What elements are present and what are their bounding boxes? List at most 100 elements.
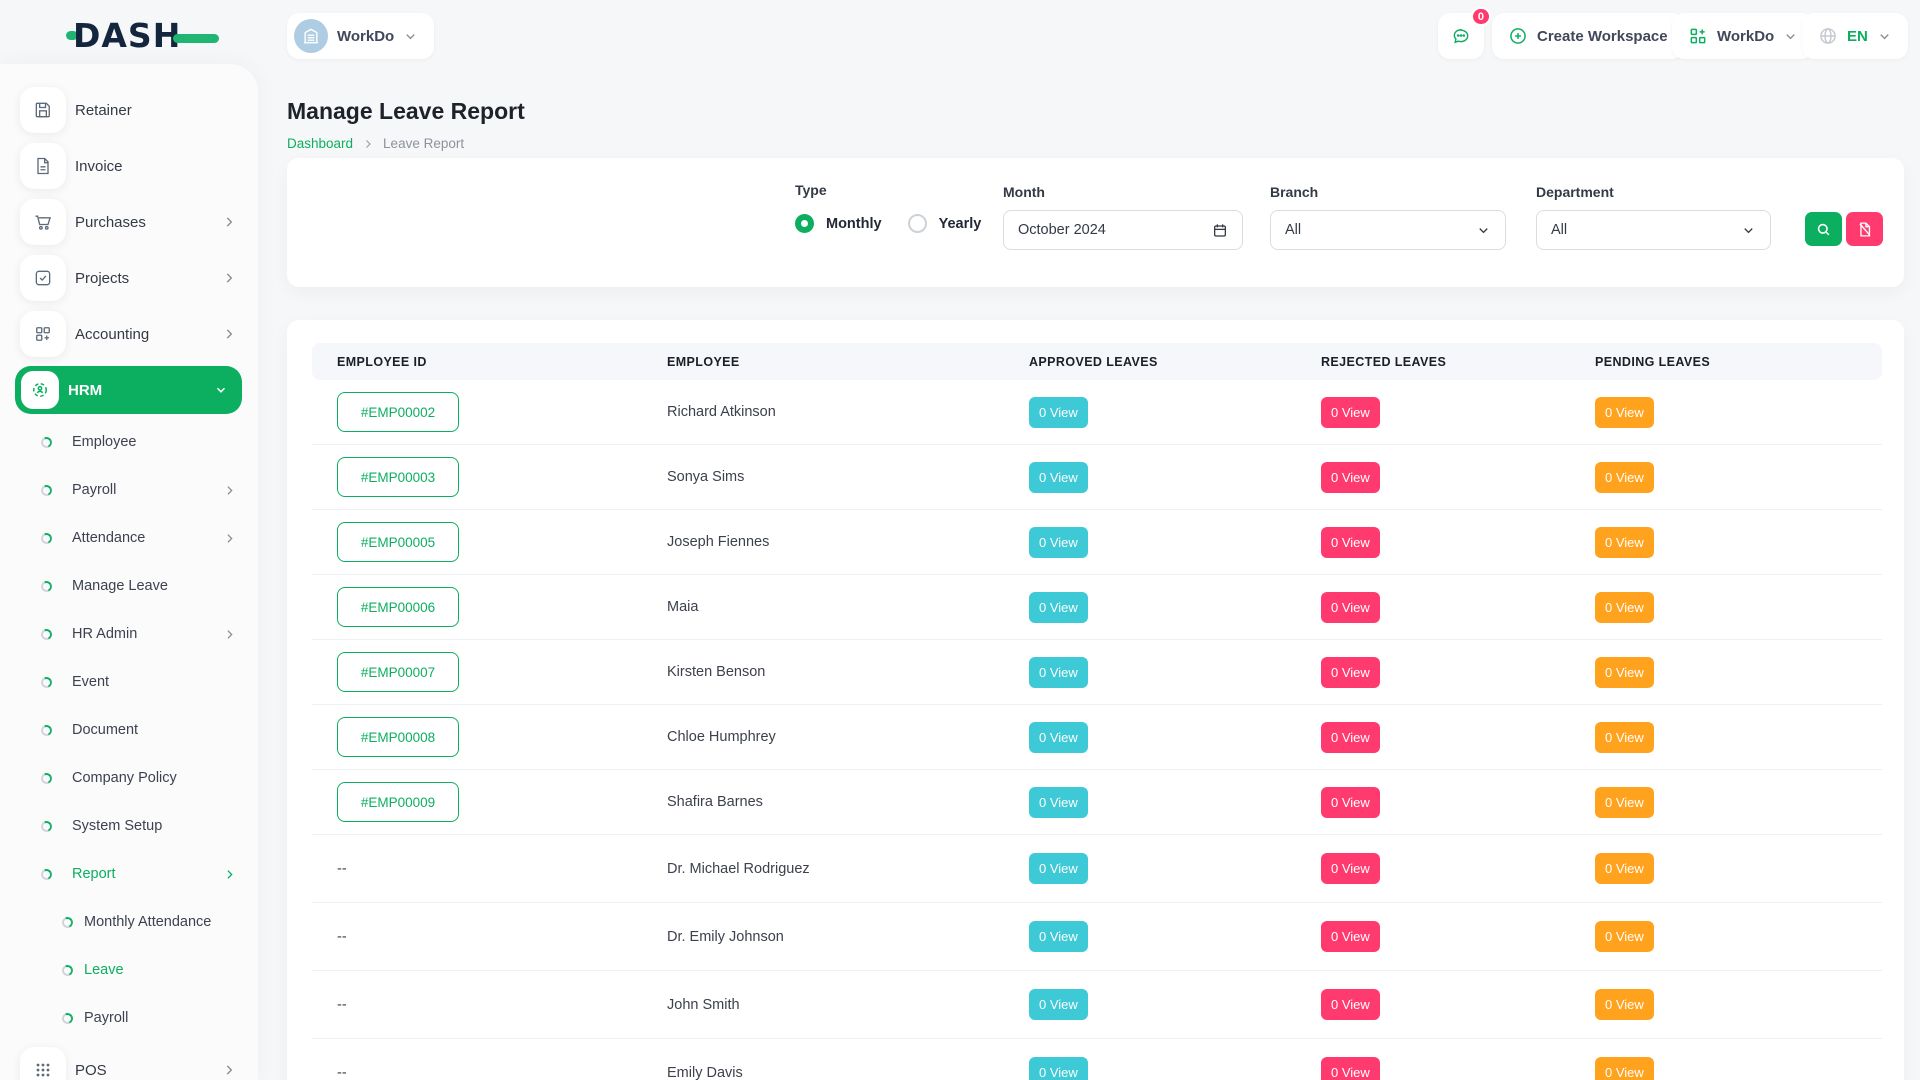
month-input[interactable]: October 2024 [1003,210,1243,250]
sidebar-item-hr-admin[interactable]: HR Admin [0,610,258,658]
employee-name: Maia [667,599,698,615]
sidebar-item-system-setup[interactable]: System Setup [0,802,258,850]
sidebar-label: Report [72,866,116,882]
pending-leaves-view-badge[interactable]: 0 View [1595,657,1654,688]
pending-leaves-view-badge[interactable]: 0 View [1595,787,1654,818]
building-icon [301,26,321,46]
bullet-icon [60,963,74,977]
branch-select[interactable]: All [1270,210,1506,250]
pending-leaves-view-badge[interactable]: 0 View [1595,722,1654,753]
rejected-leaves-view-badge[interactable]: 0 View [1321,397,1380,428]
rejected-leaves-view-badge[interactable]: 0 View [1321,989,1380,1020]
pending-leaves-view-badge[interactable]: 0 View [1595,462,1654,493]
bullet-icon [60,915,74,929]
messages-button[interactable]: 0 [1438,13,1484,59]
table-row: #EMP00009 Shafira Barnes 0 View 0 View 0… [312,770,1882,835]
employee-id-chip[interactable]: #EMP00005 [337,522,459,562]
employee-id-chip[interactable]: #EMP00002 [337,392,459,432]
breadcrumb-dashboard-link[interactable]: Dashboard [287,136,353,151]
rejected-leaves-view-badge[interactable]: 0 View [1321,527,1380,558]
sidebar-item-report[interactable]: Report [0,850,258,898]
chevron-right-icon [222,271,236,285]
sidebar-item-hrm[interactable]: HRM [15,366,242,414]
employee-id-chip[interactable]: #EMP00007 [337,652,459,692]
approved-leaves-view-badge[interactable]: 0 View [1029,722,1088,753]
approved-leaves-view-badge[interactable]: 0 View [1029,462,1088,493]
chevron-right-icon [223,532,236,545]
app-menu-button[interactable]: WorkDo [1672,13,1814,59]
sidebar-item-accounting[interactable]: Accounting [0,306,258,362]
approved-leaves-view-badge[interactable]: 0 View [1029,592,1088,623]
employee-id-chip[interactable]: -- [337,997,347,1013]
sidebar-item-attendance[interactable]: Attendance [0,514,258,562]
employee-id-chip[interactable]: #EMP00009 [337,782,459,822]
department-select[interactable]: All [1536,210,1771,250]
approved-leaves-view-badge[interactable]: 0 View [1029,787,1088,818]
dash-logo[interactable]: DASH [66,16,219,55]
monthly-radio-label[interactable]: Monthly [826,216,882,232]
sidebar-item-employee[interactable]: Employee [0,418,258,466]
create-workspace-button[interactable]: Create Workspace [1492,13,1684,59]
sidebar-item-company-policy[interactable]: Company Policy [0,754,258,802]
approved-leaves-view-badge[interactable]: 0 View [1029,853,1088,884]
approved-leaves-view-badge[interactable]: 0 View [1029,1057,1088,1080]
sidebar-item-purchases[interactable]: Purchases [0,194,258,250]
chevron-down-icon [403,29,418,44]
pending-leaves-view-badge[interactable]: 0 View [1595,1057,1654,1080]
sidebar-item-payroll-report[interactable]: Payroll [0,994,258,1042]
approved-leaves-view-badge[interactable]: 0 View [1029,657,1088,688]
sidebar-item-retainer[interactable]: Retainer [0,82,258,138]
rejected-leaves-view-badge[interactable]: 0 View [1321,787,1380,818]
rejected-leaves-view-badge[interactable]: 0 View [1321,921,1380,952]
search-button[interactable] [1805,212,1842,246]
employee-id-chip[interactable]: #EMP00003 [337,457,459,497]
sidebar-item-pos[interactable]: POS [0,1042,258,1080]
main-content: Manage Leave Report Dashboard Leave Repo… [258,64,1920,1080]
filter-card: Type Monthly Yearly Month October 2024 B… [287,158,1904,287]
sidebar-item-document[interactable]: Document [0,706,258,754]
employee-id-chip[interactable]: -- [337,929,347,945]
pending-leaves-view-badge[interactable]: 0 View [1595,989,1654,1020]
rejected-leaves-view-badge[interactable]: 0 View [1321,592,1380,623]
yearly-radio[interactable] [908,214,927,233]
rejected-leaves-view-badge[interactable]: 0 View [1321,722,1380,753]
pending-leaves-view-badge[interactable]: 0 View [1595,527,1654,558]
employee-name: Emily Davis [667,1065,743,1080]
rejected-leaves-view-badge[interactable]: 0 View [1321,657,1380,688]
sidebar-item-manage-leave[interactable]: Manage Leave [0,562,258,610]
yearly-radio-label[interactable]: Yearly [939,216,982,232]
approved-leaves-view-badge[interactable]: 0 View [1029,397,1088,428]
sidebar-item-payroll[interactable]: Payroll [0,466,258,514]
pending-leaves-view-badge[interactable]: 0 View [1595,592,1654,623]
approved-leaves-view-badge[interactable]: 0 View [1029,921,1088,952]
sidebar-item-monthly-attendance[interactable]: Monthly Attendance [0,898,258,946]
sidebar-label: HR Admin [72,626,137,642]
sidebar-item-invoice[interactable]: Invoice [0,138,258,194]
pending-leaves-view-badge[interactable]: 0 View [1595,921,1654,952]
month-value: October 2024 [1018,222,1106,238]
sidebar-label: Company Policy [72,770,177,786]
employee-name: Joseph Fiennes [667,534,769,550]
language-selector[interactable]: EN [1802,13,1908,59]
employee-id-chip[interactable]: #EMP00008 [337,717,459,757]
employee-id-chip[interactable]: -- [337,861,347,877]
chevron-right-icon [223,868,236,881]
employee-id-chip[interactable]: -- [337,1065,347,1080]
pending-leaves-view-badge[interactable]: 0 View [1595,853,1654,884]
rejected-leaves-view-badge[interactable]: 0 View [1321,853,1380,884]
employee-id-chip[interactable]: #EMP00006 [337,587,459,627]
monthly-radio[interactable] [795,214,814,233]
reset-filter-button[interactable] [1846,212,1883,246]
approved-leaves-view-badge[interactable]: 0 View [1029,527,1088,558]
rejected-leaves-view-badge[interactable]: 0 View [1321,462,1380,493]
retainer-save-icon [20,87,66,133]
workspace-selector[interactable]: WorkDo [287,13,434,59]
pending-leaves-view-badge[interactable]: 0 View [1595,397,1654,428]
employee-name: Chloe Humphrey [667,729,776,745]
rejected-leaves-view-badge[interactable]: 0 View [1321,1057,1380,1080]
sidebar-item-event[interactable]: Event [0,658,258,706]
approved-leaves-view-badge[interactable]: 0 View [1029,989,1088,1020]
search-icon [1815,221,1832,238]
sidebar-item-projects[interactable]: Projects [0,250,258,306]
sidebar-item-leave-report[interactable]: Leave [0,946,258,994]
